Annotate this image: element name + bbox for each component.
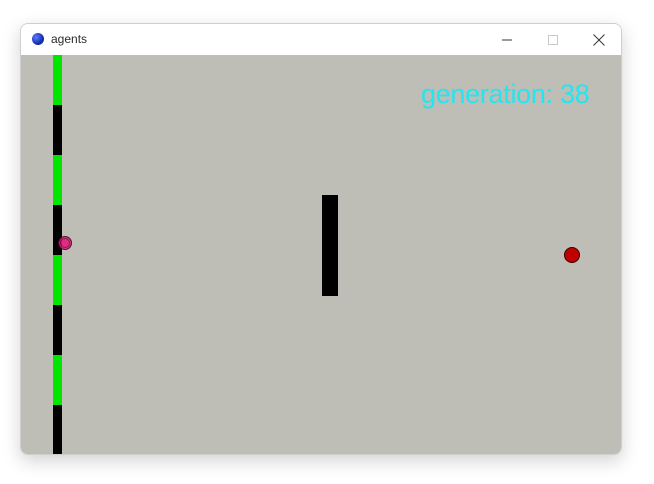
wall-segment-black [53,405,62,454]
agent-dot [58,236,72,250]
wall-segment-green [53,255,62,305]
wall-segment-black [53,305,62,355]
window-title: agents [51,32,88,46]
wall-segment-green [53,155,62,205]
wall-segment-green [53,355,62,405]
title-bar[interactable]: agents [21,24,621,55]
obstacle-bar [322,195,338,296]
minimize-icon [502,35,512,45]
app-window: agents generation: 38 [20,23,622,455]
close-button[interactable] [576,24,621,55]
maximize-button[interactable] [530,24,576,55]
wall-segment-green [53,55,62,105]
maximize-icon [548,34,558,45]
game-canvas[interactable]: generation: 38 [21,55,621,454]
wall-segment-black [53,105,62,155]
close-icon [593,33,605,46]
target-dot [564,247,580,263]
app-icon [32,33,44,45]
minimize-button[interactable] [484,24,530,55]
generation-label: generation: 38 [421,79,590,109]
